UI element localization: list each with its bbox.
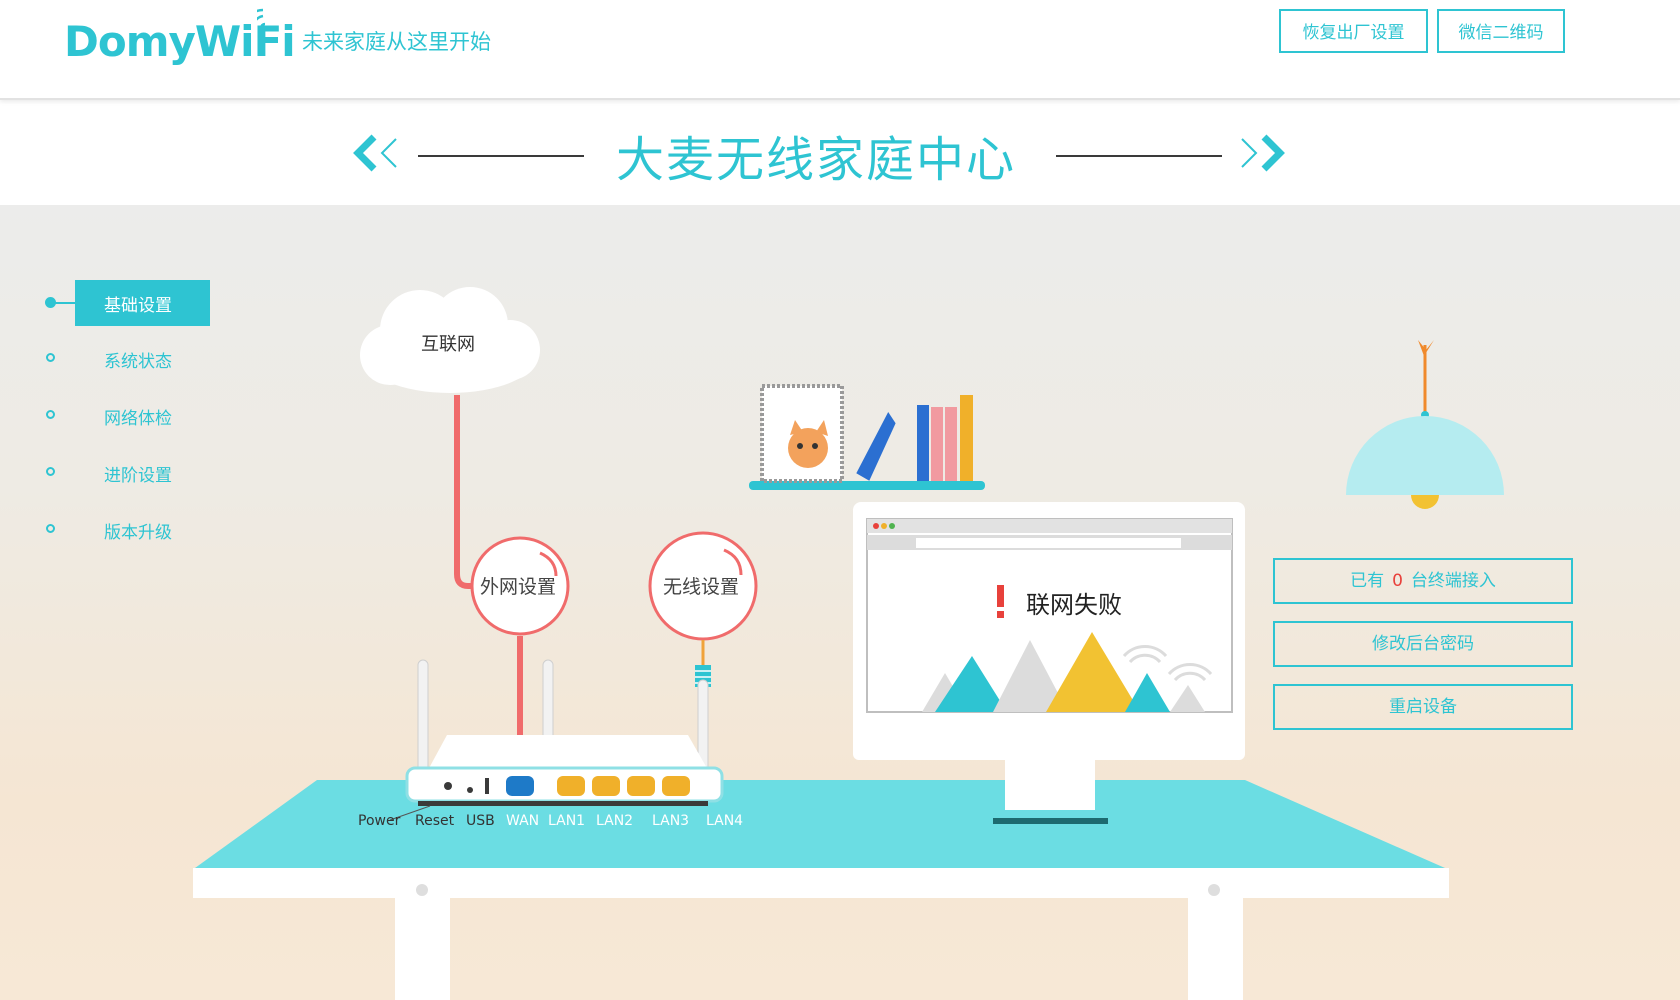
desk-edge — [193, 868, 1449, 898]
wireless-setting-link[interactable]: 无线设置 — [641, 572, 761, 599]
terminals-count: 0 — [1392, 571, 1403, 591]
header-slogan: 未来家庭从这里开始 — [302, 30, 491, 54]
nav-dot-icon — [46, 353, 55, 362]
nav-item-firmware-upgrade[interactable]: 版本升级 — [0, 507, 215, 553]
page-title: 大麦无线家庭中心 — [616, 132, 1017, 188]
nav-label: 进阶设置 — [104, 466, 172, 486]
nav-item-network-check[interactable]: 网络体检 — [0, 393, 215, 439]
wan-setting-link[interactable]: 外网设置 — [458, 572, 578, 599]
title-band: 大麦无线家庭中心 — [0, 100, 1680, 205]
terminals-prefix: 已有 — [1350, 571, 1385, 591]
terminals-suffix: 台终端接入 — [1410, 571, 1496, 591]
network-status-text: 联网失败 — [1026, 591, 1122, 619]
nav-label: 系统状态 — [104, 352, 172, 372]
title-divider-right — [1056, 155, 1222, 157]
port-label-lan2: LAN2 — [596, 813, 634, 829]
nav-dot-icon — [46, 467, 55, 476]
top-header: DomyWiFi 未来家庭从这里开始 恢复出厂设置 微信二维码 — [0, 0, 1680, 100]
prev-arrow-icon[interactable] — [352, 133, 402, 173]
next-arrow-icon[interactable] — [1236, 133, 1286, 173]
nav-item-system-status[interactable]: 系统状态 — [0, 336, 215, 382]
nav-label: 版本升级 — [104, 523, 172, 543]
desk-leg-right — [1188, 898, 1243, 1000]
shelf-decoration — [749, 384, 985, 490]
change-admin-password-button[interactable]: 修改后台密码 — [1273, 621, 1573, 667]
desk-leg-left — [395, 898, 450, 1000]
port-label-power: Power — [358, 813, 401, 829]
port-label-lan4: LAN4 — [706, 813, 744, 829]
internet-label: 互联网 — [421, 334, 475, 355]
reboot-device-button[interactable]: 重启设备 — [1273, 684, 1573, 730]
nav-label: 网络体检 — [104, 409, 172, 429]
nav-dot-icon — [46, 524, 55, 533]
port-label-wan: WAN — [506, 813, 540, 829]
nav-label: 基础设置 — [104, 296, 172, 316]
port-label-reset: Reset — [415, 813, 455, 829]
wechat-qrcode-button[interactable]: 微信二维码 — [1437, 9, 1565, 53]
factory-reset-button[interactable]: 恢复出厂设置 — [1279, 9, 1428, 53]
ceiling-lamp-illustration — [1346, 340, 1504, 509]
router-illustration — [389, 659, 724, 821]
title-divider-left — [418, 155, 584, 157]
nav-dot-icon — [46, 410, 55, 419]
nav-item-advanced-settings[interactable]: 进阶设置 — [0, 450, 215, 496]
monitor-illustration — [853, 502, 1245, 824]
port-label-usb: USB — [466, 813, 495, 829]
connected-terminals-button[interactable]: 已有 0 台终端接入 — [1273, 558, 1573, 604]
port-label-lan1: LAN1 — [548, 813, 586, 829]
port-label-lan3: LAN3 — [652, 813, 690, 829]
nav-dot-icon — [45, 297, 56, 308]
logo-wifi-icon — [257, 8, 266, 29]
nav-item-basic-settings[interactable]: 基础设置 — [0, 280, 215, 326]
internet-cable — [454, 395, 472, 589]
